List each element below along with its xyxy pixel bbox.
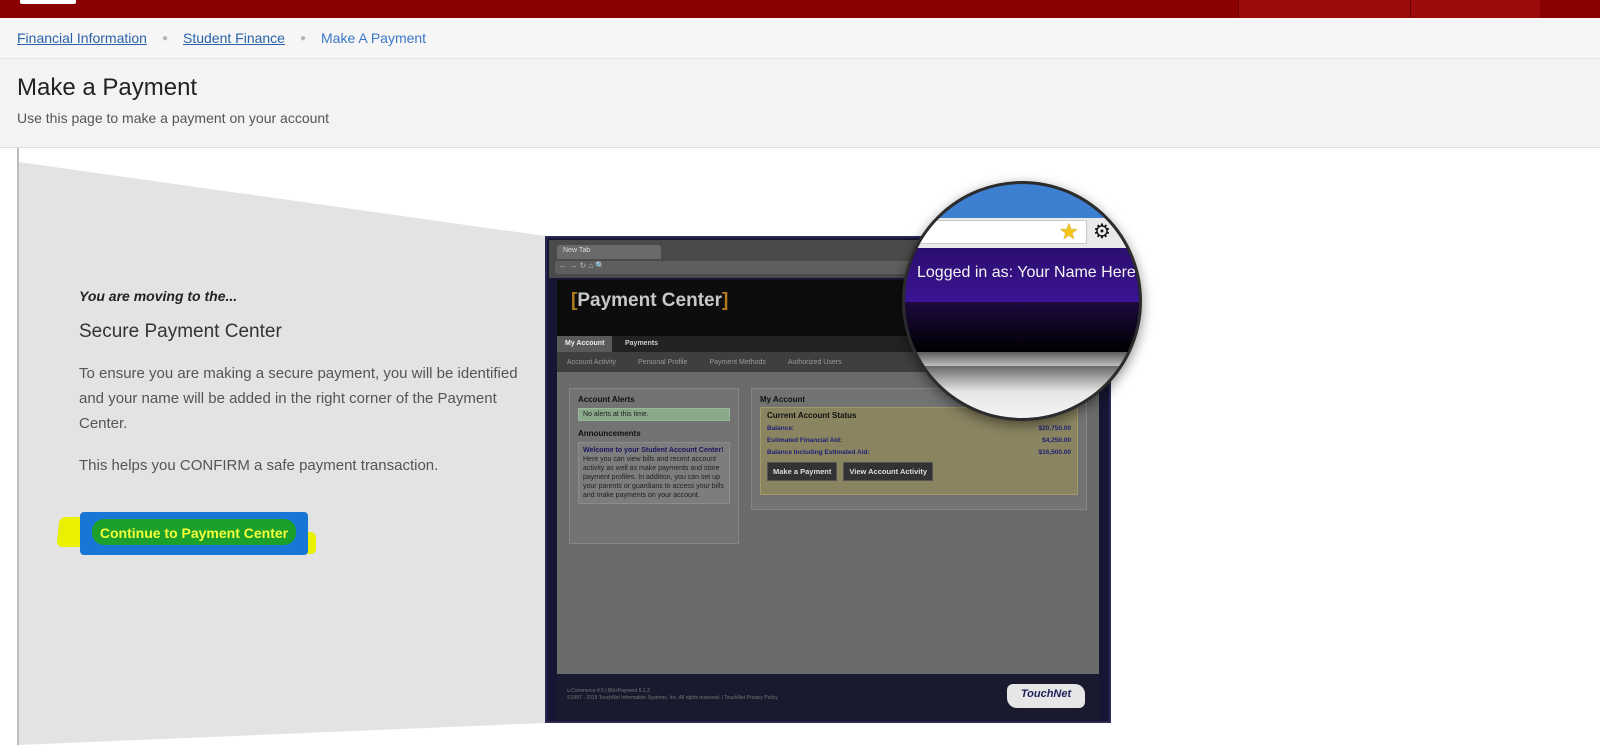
alerts-text: No alerts at this time.: [578, 408, 730, 421]
page-title: Make a Payment: [17, 74, 198, 101]
preview-view-activity-button: View Account Activity: [843, 462, 934, 481]
magnifier-grey-band: [905, 352, 1139, 366]
brand-logo[interactable]: [20, 0, 76, 4]
breadcrumb-separator: ●: [161, 32, 168, 44]
preview-subnav-item: Payment Methods: [709, 358, 766, 366]
preview-tab-payments: Payments: [625, 340, 659, 347]
touchnet-logo: TouchNet: [1007, 684, 1085, 708]
top-nav-segment[interactable]: [1238, 0, 1410, 18]
top-nav-segment[interactable]: [1410, 0, 1540, 18]
continue-button-wrapper: Continue to Payment Center: [56, 512, 316, 558]
left-divider: [17, 148, 19, 745]
magnifier-browser-frame: [905, 184, 1139, 218]
browser-tab: New Tab: [557, 245, 661, 259]
announcement-body: Here you can view bills and recent accou…: [583, 456, 724, 499]
main-content: You are moving to the... Secure Payment …: [0, 148, 1600, 745]
magnifier-callout: ★ ⚙ Logged in as: Your Name Here: [902, 181, 1142, 421]
preview-subnav-item: Authorized Users: [787, 358, 842, 366]
preview-tab-my-account: My Account: [557, 336, 613, 352]
preview-subnav-item: Account Activity: [567, 358, 617, 366]
intro-panel: You are moving to the... Secure Payment …: [79, 288, 539, 478]
continue-to-payment-center-button[interactable]: Continue to Payment Center: [80, 512, 308, 555]
announcements-title: Announcements: [578, 429, 641, 438]
breadcrumb-link-financial-information[interactable]: Financial Information: [17, 30, 147, 46]
preview-make-payment-button: Make a Payment: [767, 462, 838, 481]
gear-icon: ⚙: [1093, 221, 1111, 243]
announcement-box: Welcome to your Student Account Center! …: [578, 442, 730, 504]
magnifier-light-band: [905, 366, 1139, 418]
preview-left-panel: Account Alerts No alerts at this time. A…: [569, 388, 739, 544]
intro-confirm-paragraph: This helps you CONFIRM a safe payment tr…: [79, 457, 439, 474]
star-icon: ★: [1059, 219, 1079, 244]
preview-footer: u.Commerce 4.5 | Bill+Payment 5.1.2 ©199…: [557, 674, 1099, 719]
intro-paragraph: To ensure you are making a secure paymen…: [79, 365, 518, 432]
continue-button-label: Continue to Payment Center: [99, 525, 289, 541]
top-brand-bar: [0, 0, 1600, 18]
status-row: Balance Including Estimated Aid: $16,500.…: [767, 449, 1071, 456]
page-header: Make a Payment Use this page to make a p…: [0, 59, 1600, 148]
page-subtitle: Use this page to make a payment on your …: [17, 110, 330, 126]
breadcrumb: Financial Information ● Student Finance …: [0, 18, 1600, 59]
intro-kicker: You are moving to the...: [79, 288, 238, 304]
preview-subnav-item: Personal Profile: [638, 358, 688, 366]
breadcrumb-current: Make A Payment: [321, 30, 427, 46]
status-row: Estimated Financial Aid: $4,250.00: [767, 437, 1071, 444]
announcement-head: Welcome to your Student Account Center!: [583, 447, 724, 454]
breadcrumb-separator: ●: [299, 32, 307, 44]
intro-heading: Secure Payment Center: [79, 321, 282, 342]
breadcrumb-link-student-finance[interactable]: Student Finance: [183, 30, 285, 46]
status-row: Balance: $20,750.00: [767, 425, 1071, 432]
logged-in-as-label: Logged in as: Your Name Here: [917, 264, 1136, 281]
magnifier-dark-band: [905, 302, 1139, 352]
status-buttons: Make a Payment View Account Activity: [767, 462, 1071, 481]
alerts-title: Account Alerts: [578, 395, 635, 404]
payment-center-title: [Payment Center]: [571, 290, 729, 311]
